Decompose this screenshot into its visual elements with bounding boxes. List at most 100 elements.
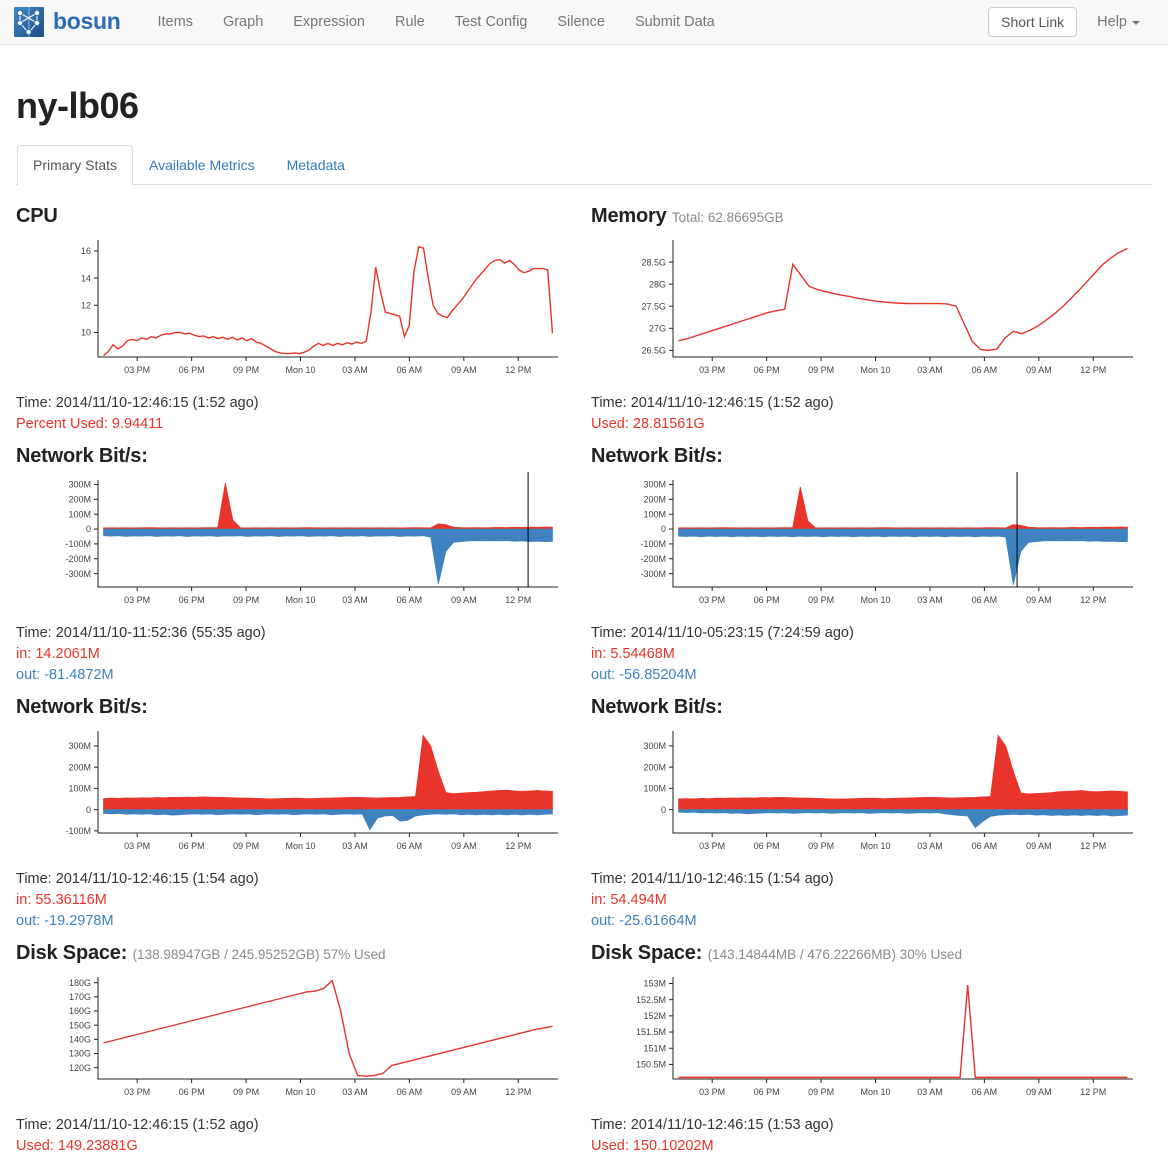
help-label: Help <box>1097 14 1127 30</box>
svg-text:06 AM: 06 AM <box>397 365 423 375</box>
memory-chart[interactable]: 26.5G 27G 27.5G 28G 28.5G 03 PM 06 PM 09 PM Mon … <box>591 230 1152 385</box>
svg-text:-300M: -300M <box>65 569 91 579</box>
net3-heading: Network Bit/s: <box>16 696 577 719</box>
panel-disk1: Disk Space: (138.98947GB / 245.95252GB) … <box>16 936 577 1161</box>
net4-chart[interactable]: 0 100M 200M 300M 03 PM 06 PM 09 PM Mon 10 03 AM 0… <box>591 721 1152 861</box>
net3-status-out: out: -19.2978M <box>16 912 114 929</box>
svg-text:-100M: -100M <box>65 826 91 836</box>
page-title: ny-lb06 <box>16 85 139 126</box>
net2-status-time: Time: 2014/11/10-05:23:15 (7:24:59 ago) <box>591 624 854 641</box>
svg-text:28G: 28G <box>649 279 666 289</box>
svg-text:-300M: -300M <box>640 569 666 579</box>
svg-text:03 PM: 03 PM <box>699 595 725 605</box>
short-link-button[interactable]: Short Link <box>988 7 1078 37</box>
svg-text:100M: 100M <box>643 509 666 519</box>
svg-text:300M: 300M <box>68 480 91 490</box>
svg-text:140G: 140G <box>69 1035 91 1045</box>
svg-text:09 PM: 09 PM <box>233 365 259 375</box>
svg-text:200M: 200M <box>643 494 666 504</box>
panel-net3: Network Bit/s: -100M 0 100M 200M 300M 03 PM 06… <box>16 690 577 936</box>
svg-text:170G: 170G <box>69 992 91 1002</box>
svg-text:12 PM: 12 PM <box>505 1087 531 1097</box>
svg-text:Mon 10: Mon 10 <box>860 841 890 851</box>
panel-memory: Memory Total: 62.86695GB 26.5G 27G 27.5G 28… <box>591 199 1152 439</box>
svg-text:09 PM: 09 PM <box>808 595 834 605</box>
memory-total: Total: 62.86695GB <box>671 209 784 225</box>
disk2-chart[interactable]: 150.5M 151M 151.5M 152M 152.5M 153M 03 PM 06 PM… <box>591 967 1152 1107</box>
net2-status-out: out: -56.85204M <box>591 666 697 683</box>
cpu-status: Time: 2014/11/10-12:46:15 (1:52 ago) Per… <box>16 393 577 435</box>
nav-item-rule[interactable]: Rule <box>380 0 440 45</box>
svg-text:100M: 100M <box>643 784 666 794</box>
help-menu[interactable]: Help <box>1083 0 1154 45</box>
caret-down-icon <box>1132 21 1140 25</box>
disk2-status: Time: 2014/11/10-12:46:15 (1:53 ago) Use… <box>591 1115 1152 1157</box>
disk2-heading-text: Disk Space: <box>591 942 703 964</box>
page-container: ny-lb06 Primary Stats Available Metrics … <box>0 85 1168 1161</box>
nav-links: Items Graph Expression Rule Test Config … <box>143 0 730 45</box>
svg-text:14: 14 <box>81 273 91 283</box>
nav-item-silence[interactable]: Silence <box>542 0 620 45</box>
svg-text:03 AM: 03 AM <box>917 1087 943 1097</box>
svg-text:120G: 120G <box>69 1063 91 1073</box>
net2-heading: Network Bit/s: <box>591 445 1152 468</box>
svg-text:12 PM: 12 PM <box>1080 841 1106 851</box>
svg-text:09 PM: 09 PM <box>233 595 259 605</box>
brand-link[interactable]: bosun <box>14 7 121 37</box>
net4-heading: Network Bit/s: <box>591 696 1152 719</box>
net4-status-out: out: -25.61664M <box>591 912 697 929</box>
svg-text:Mon 10: Mon 10 <box>860 365 890 375</box>
svg-text:180G: 180G <box>69 978 91 988</box>
svg-text:100M: 100M <box>68 784 91 794</box>
svg-text:09 PM: 09 PM <box>808 365 834 375</box>
tab-available-metrics[interactable]: Available Metrics <box>133 145 271 185</box>
net1-chart[interactable]: -300M -200M -100M 0 100M 200M 300M 03 PM 06 PM 09… <box>16 470 577 615</box>
net2-status-in: in: 5.54468M <box>591 645 675 662</box>
nav-item-expression[interactable]: Expression <box>278 0 380 45</box>
svg-text:200M: 200M <box>643 762 666 772</box>
svg-text:12 PM: 12 PM <box>505 595 531 605</box>
svg-text:09 PM: 09 PM <box>808 841 834 851</box>
brand-text: bosun <box>53 7 121 34</box>
svg-text:06 PM: 06 PM <box>179 595 205 605</box>
svg-text:06 AM: 06 AM <box>397 1087 423 1097</box>
svg-text:12 PM: 12 PM <box>1080 1087 1106 1097</box>
net3-chart[interactable]: -100M 0 100M 200M 300M 03 PM 06 PM 09 PM Mon 10 0… <box>16 721 577 861</box>
svg-text:09 AM: 09 AM <box>451 841 477 851</box>
svg-text:09 AM: 09 AM <box>1026 1087 1052 1097</box>
svg-text:200M: 200M <box>68 762 91 772</box>
svg-text:06 AM: 06 AM <box>972 365 998 375</box>
panel-disk2: Disk Space: (143.14844MB / 476.22266MB) … <box>591 936 1152 1161</box>
disk1-status-time: Time: 2014/11/10-12:46:15 (1:52 ago) <box>16 1117 259 1133</box>
nav-item-graph[interactable]: Graph <box>208 0 278 45</box>
cpu-status-value: Percent Used: 9.94411 <box>16 415 164 432</box>
net3-status-in: in: 55.36116M <box>16 891 107 908</box>
svg-text:03 AM: 03 AM <box>917 365 943 375</box>
svg-text:Mon 10: Mon 10 <box>285 841 315 851</box>
net3-status-time: Time: 2014/11/10-12:46:15 (1:54 ago) <box>16 870 259 887</box>
tab-primary-stats[interactable]: Primary Stats <box>17 145 134 185</box>
svg-text:Mon 10: Mon 10 <box>285 595 315 605</box>
nav-item-test-config[interactable]: Test Config <box>440 0 543 45</box>
svg-text:300M: 300M <box>643 480 666 490</box>
disk2-usage-summary: (143.14844MB / 476.22266MB) 30% Used <box>707 947 962 962</box>
tab-metadata[interactable]: Metadata <box>271 145 361 185</box>
net2-chart[interactable]: -300M -200M -100M 0 100M 200M 300M 03 PM 06 PM 09… <box>591 470 1152 615</box>
cpu-chart[interactable]: 10 12 14 16 03 PM 06 PM 09 PM Mon 10 03 AM 06 AM 0… <box>16 230 577 385</box>
svg-text:06 PM: 06 PM <box>754 1087 780 1097</box>
svg-text:03 AM: 03 AM <box>342 1087 368 1097</box>
net4-status-in: in: 54.494M <box>591 891 667 908</box>
svg-text:09 AM: 09 AM <box>1026 365 1052 375</box>
svg-text:03 AM: 03 AM <box>342 841 368 851</box>
svg-text:0: 0 <box>661 524 666 534</box>
panel-net2: Network Bit/s: -300M -200M -100M 0 100M 200M 3… <box>591 439 1152 690</box>
nav-item-submit-data[interactable]: Submit Data <box>620 0 730 45</box>
disk2-status-value: Used: 150.10202M <box>591 1138 714 1155</box>
disk1-chart[interactable]: 120G 130G 140G 150G 160G 170G 180G 03 PM 06 PM 09… <box>16 967 577 1107</box>
svg-text:03 PM: 03 PM <box>699 1087 725 1097</box>
nav-item-items[interactable]: Items <box>143 0 208 45</box>
net1-heading: Network Bit/s: <box>16 445 577 468</box>
net4-heading-text: Network Bit/s: <box>591 695 723 718</box>
disk2-status-time: Time: 2014/11/10-12:46:15 (1:53 ago) <box>591 1117 834 1133</box>
net2-heading-text: Network Bit/s: <box>591 444 723 467</box>
